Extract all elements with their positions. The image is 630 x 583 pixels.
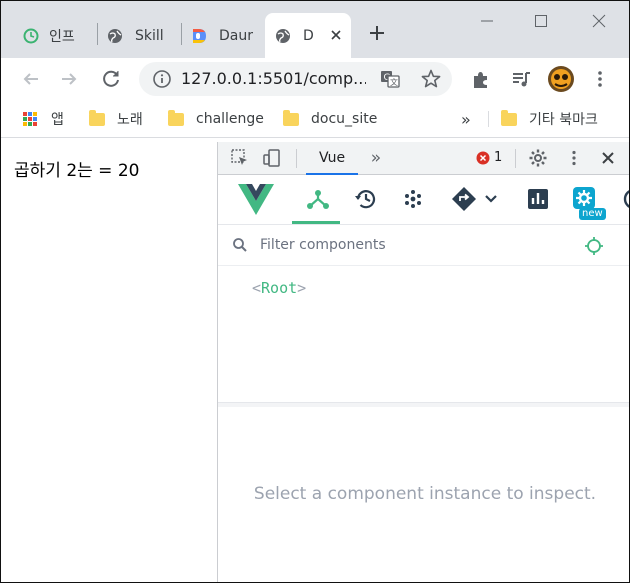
- components-tree-icon[interactable]: [304, 185, 332, 213]
- d-logo-icon: [191, 28, 207, 44]
- url-text: 127.0.0.1:5501/comp...: [181, 69, 366, 88]
- error-count-badge[interactable]: 1: [476, 150, 502, 165]
- component-filter: Filter components: [218, 226, 629, 266]
- info-icon[interactable]: [151, 68, 173, 90]
- media-queue-icon[interactable]: [510, 68, 532, 90]
- bookmark-label: challenge: [196, 111, 264, 127]
- close-icon[interactable]: [327, 26, 345, 44]
- tab-strip: 인프 Skill Daur D: [1, 1, 629, 58]
- browser-toolbar: 127.0.0.1:5501/comp... G文: [1, 58, 629, 100]
- extensions-puzzle-icon[interactable]: [470, 68, 492, 90]
- error-count: 1: [494, 150, 503, 165]
- bookmark-folder-docu-site[interactable]: docu_site: [283, 108, 377, 130]
- vue-logo-icon: [236, 183, 276, 217]
- maximize-button[interactable]: [529, 9, 553, 33]
- translate-icon[interactable]: G文: [379, 68, 401, 90]
- inspector-empty-message: Select a component instance to inspect.: [253, 484, 597, 504]
- minimize-button[interactable]: [475, 9, 499, 33]
- bookmark-apps[interactable]: 앱: [23, 108, 64, 130]
- tab-inflearn[interactable]: 인프: [15, 13, 97, 58]
- close-window-button[interactable]: [587, 9, 611, 33]
- page-viewport: 곱하기 2는 = 20: [1, 142, 217, 582]
- bookmark-label: 기타 북마크: [529, 112, 598, 128]
- routing-directions-dropdown[interactable]: [450, 185, 502, 213]
- bookmarks-overflow-button[interactable]: »: [461, 108, 471, 130]
- bookmark-folder-challenge[interactable]: challenge: [168, 108, 264, 130]
- component-inspector: Select a component instance to inspect.: [218, 407, 629, 582]
- tab-vue[interactable]: Vue: [306, 142, 358, 175]
- bookmark-label: 노래: [117, 112, 143, 128]
- svg-text:文: 文: [390, 77, 398, 87]
- back-button[interactable]: [18, 66, 44, 92]
- devtools-toolbar: Vue » 1: [218, 142, 629, 175]
- error-icon: [476, 151, 490, 164]
- globe-icon: [107, 28, 123, 44]
- address-bar[interactable]: 127.0.0.1:5501/comp... G文: [139, 62, 452, 96]
- active-nav-indicator: [292, 221, 340, 224]
- maximize-icon: [535, 15, 547, 27]
- reload-icon: [103, 70, 119, 87]
- minimize-icon: [481, 20, 493, 22]
- reload-button[interactable]: [98, 66, 124, 92]
- settings-gear-icon[interactable]: [528, 148, 548, 168]
- more-tabs-icon[interactable]: »: [366, 148, 386, 168]
- folder-icon: [168, 109, 184, 126]
- bookmark-label: 앱: [51, 112, 64, 128]
- tree-node-root[interactable]: <Root>: [252, 279, 306, 297]
- globe-icon: [275, 28, 291, 44]
- tab-label: D: [303, 27, 314, 44]
- refresh-green-icon: [23, 28, 39, 44]
- tab-divider: [97, 23, 98, 45]
- bookmark-label: docu_site: [311, 111, 378, 127]
- tab-label: 인프: [49, 28, 75, 45]
- browser-window: 인프 Skill Daur D 127.0.0.1:5501/comp... G…: [0, 0, 630, 583]
- root-component-name: Root: [261, 279, 298, 297]
- performance-dots-icon[interactable]: [399, 185, 427, 213]
- plus-icon: [370, 26, 384, 40]
- arrow-right-icon: [62, 73, 77, 85]
- timeline-history-icon[interactable]: [352, 185, 380, 213]
- close-icon: [592, 14, 606, 28]
- apps-grid-icon: [23, 112, 37, 126]
- tab-skill[interactable]: Skill: [99, 13, 181, 58]
- bookmarks-bar: 앱 노래 challenge docu_site » 기타 북마크: [1, 100, 629, 138]
- tag-open-bracket: <: [252, 279, 262, 297]
- devtools-panel: Vue » 1 new Filter components <Root> Sel…: [217, 142, 629, 582]
- bookmark-folder-other[interactable]: 기타 북마크: [501, 108, 598, 130]
- close-devtools-icon[interactable]: [598, 148, 618, 168]
- toolbar-divider: [515, 149, 516, 168]
- tag-close-bracket: >: [297, 279, 307, 297]
- new-badge: new: [579, 208, 606, 220]
- search-icon: [232, 237, 248, 257]
- chevron-double-right-icon: »: [461, 109, 471, 129]
- arrow-left-icon: [23, 73, 38, 85]
- tab-label: Skill: [135, 27, 164, 44]
- bookmark-divider: [488, 111, 489, 127]
- menu-kebab-icon[interactable]: [589, 68, 611, 90]
- bookmark-folder-music[interactable]: 노래: [89, 108, 143, 130]
- forward-button[interactable]: [56, 66, 82, 92]
- tab-active[interactable]: D: [265, 13, 351, 58]
- folder-icon: [501, 109, 517, 126]
- new-tab-button[interactable]: [365, 21, 389, 45]
- tab-divider: [181, 23, 182, 45]
- select-component-crosshair-icon[interactable]: [584, 236, 604, 260]
- filter-components-input[interactable]: Filter components: [260, 237, 386, 253]
- vuex-chart-icon[interactable]: [524, 185, 552, 213]
- component-tree: <Root>: [218, 267, 629, 402]
- star-icon[interactable]: [420, 68, 442, 90]
- profile-avatar[interactable]: [547, 65, 575, 93]
- devtools-menu-kebab-icon[interactable]: [564, 148, 584, 168]
- inspect-element-icon[interactable]: [230, 148, 250, 168]
- overflow-circle-icon[interactable]: [620, 185, 629, 213]
- page-output-text: 곱하기 2는 = 20: [14, 161, 140, 181]
- folder-icon: [89, 109, 105, 126]
- tab-daum[interactable]: Daur: [183, 13, 263, 58]
- tab-label: Daur: [219, 27, 253, 44]
- vue-devtools-nav: new: [218, 175, 629, 225]
- toolbar-divider: [296, 149, 297, 168]
- folder-icon: [283, 109, 299, 126]
- device-toggle-icon[interactable]: [262, 148, 282, 168]
